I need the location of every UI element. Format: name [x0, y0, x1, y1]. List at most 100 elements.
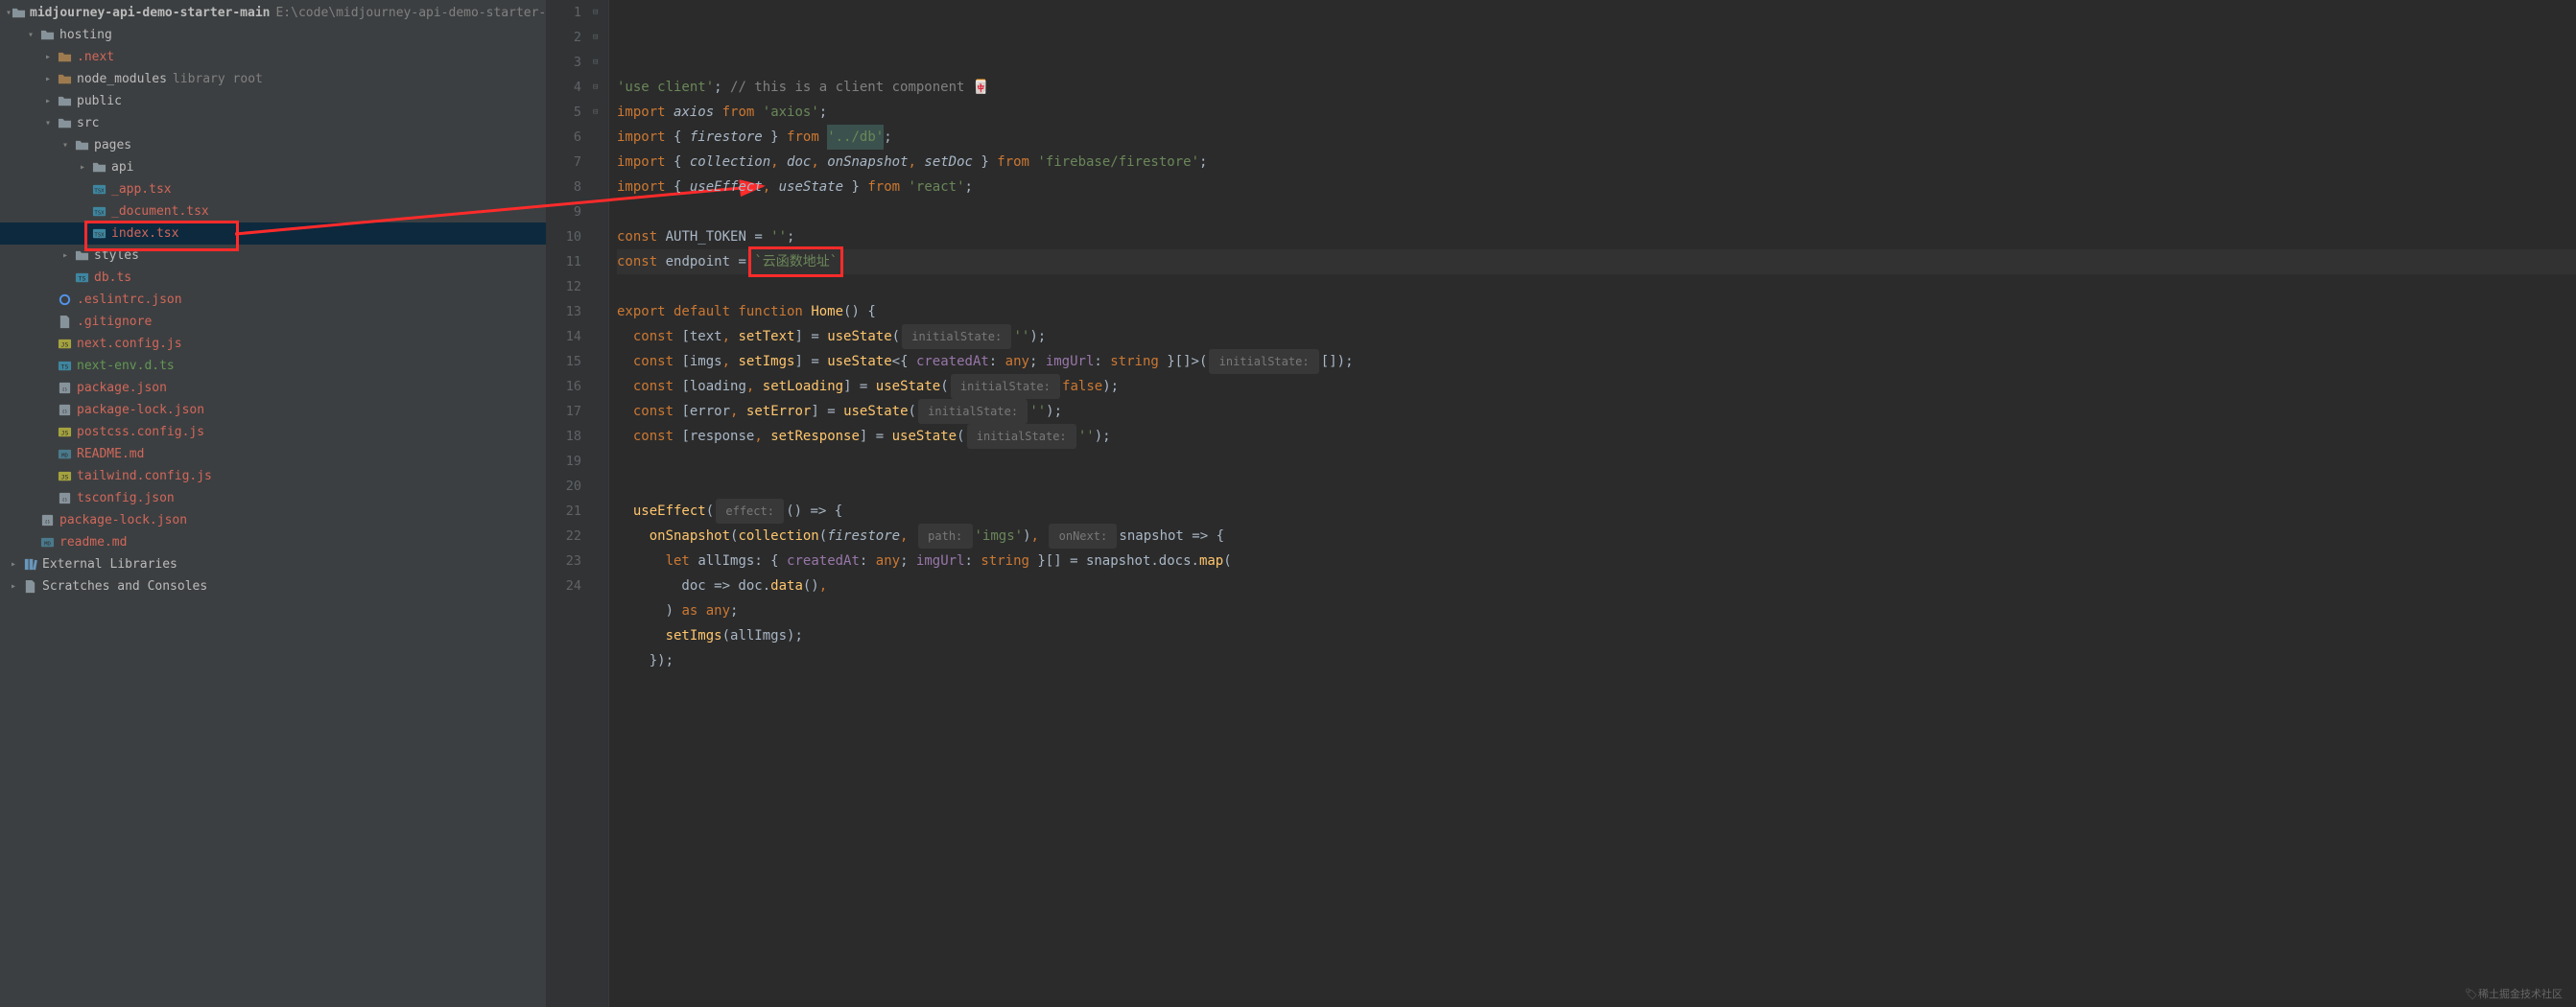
fold-gutter[interactable]: ⊟⊟⊟⊟⊟	[593, 0, 608, 1007]
tree-item-index-tsx[interactable]: TSXindex.tsx	[0, 222, 546, 245]
token: response	[690, 424, 754, 449]
code-line[interactable]: setImgs(allImgs);	[617, 623, 2576, 648]
code-area[interactable]: 'use client'; // this is a client compon…	[609, 0, 2576, 1007]
tree-item-public[interactable]: ▸ public	[0, 90, 546, 112]
fold-marker[interactable]: ⊟	[593, 25, 608, 50]
code-line[interactable]: let allImgs: { createdAt: any; imgUrl: s…	[617, 549, 2576, 574]
annotation-highlight-box	[748, 246, 843, 277]
code-line[interactable]: ) as any;	[617, 598, 2576, 623]
tree-item-external-libraries[interactable]: ▸External Libraries	[0, 553, 546, 575]
chevron-icon[interactable]: ▾	[23, 30, 38, 40]
tree-item--app-tsx[interactable]: TSX_app.tsx	[0, 178, 546, 200]
svg-text:{}: {}	[61, 386, 67, 392]
file-tree[interactable]: ▾midjourney-api-demo-starter-mainE:\code…	[0, 0, 546, 1007]
code-line[interactable]: const [text, setText] = useState( initia…	[617, 324, 2576, 349]
svg-text:MD: MD	[61, 453, 68, 458]
code-line[interactable]: export default function Home() {	[617, 299, 2576, 324]
code-line[interactable]: const endpoint = `云函数地址`;	[617, 249, 2576, 274]
token: doc	[787, 150, 811, 175]
code-line[interactable]: import axios from 'axios';	[617, 100, 2576, 125]
tree-item-tsconfig-json[interactable]: {}tsconfig.json	[0, 487, 546, 509]
code-line[interactable]	[617, 474, 2576, 499]
line-number: 5	[547, 100, 581, 125]
tree-item-node-modules[interactable]: ▸node_moduleslibrary root	[0, 68, 546, 90]
code-line[interactable]: const [error, setError] = useState( init…	[617, 399, 2576, 424]
tree-item-styles[interactable]: ▸styles	[0, 245, 546, 267]
token: ''	[1029, 399, 1046, 424]
token: ''	[1078, 424, 1095, 449]
code-line[interactable]: doc => doc.data(),	[617, 574, 2576, 598]
code-line[interactable]	[617, 199, 2576, 224]
tree-item-tailwind-config-js[interactable]: JStailwind.config.js	[0, 465, 546, 487]
token: import	[617, 100, 666, 125]
token	[617, 499, 633, 524]
chevron-icon[interactable]: ▾	[40, 118, 56, 129]
code-line[interactable]: const AUTH_TOKEN = '';	[617, 224, 2576, 249]
tree-item-label: public	[77, 94, 122, 108]
chevron-icon[interactable]: ▾	[58, 140, 73, 151]
code-line[interactable]: import { collection, doc, onSnapshot, se…	[617, 150, 2576, 175]
token	[617, 424, 633, 449]
line-number: 9	[547, 199, 581, 224]
code-line[interactable]: const [response, setResponse] = useState…	[617, 424, 2576, 449]
tree-item-package-lock-json[interactable]: {}package-lock.json	[0, 509, 546, 531]
fold-marker[interactable]: ⊟	[593, 100, 608, 125]
tree-item--document-tsx[interactable]: TSX_document.tsx	[0, 200, 546, 222]
token: // this is a client component 🀄	[730, 75, 989, 100]
token: const	[633, 349, 674, 374]
code-line[interactable]: const [imgs, setImgs] = useState<{ creat…	[617, 349, 2576, 374]
fold-marker[interactable]: ⊟	[593, 75, 608, 100]
tree-item--gitignore[interactable]: .gitignore	[0, 311, 546, 333]
token: effect:	[716, 499, 784, 524]
token: ,	[770, 150, 778, 175]
tree-item-postcss-config-js[interactable]: JSpostcss.config.js	[0, 421, 546, 443]
code-line[interactable]	[617, 449, 2576, 474]
file-icon	[21, 579, 38, 594]
tree-item-scratches-and-consoles[interactable]: ▸Scratches and Consoles	[0, 575, 546, 597]
tree-item-readme-md[interactable]: MDREADME.md	[0, 443, 546, 465]
svg-text:TSX: TSX	[94, 188, 105, 194]
tree-item--eslintrc-json[interactable]: .eslintrc.json	[0, 289, 546, 311]
tree-item-package-json[interactable]: {} package.json	[0, 377, 546, 399]
code-line[interactable]: import { firestore } from '../db';	[617, 125, 2576, 150]
token	[763, 424, 770, 449]
token: )	[617, 598, 681, 623]
tree-item-midjourney-api-demo-starter-main[interactable]: ▾midjourney-api-demo-starter-mainE:\code…	[0, 2, 546, 24]
token: ,	[763, 175, 770, 199]
code-line[interactable]: });	[617, 648, 2576, 673]
tree-item-next-config-js[interactable]: JSnext.config.js	[0, 333, 546, 355]
fold-marker[interactable]: ⊟	[593, 50, 608, 75]
token: createdAt	[787, 549, 860, 574]
code-line[interactable]: 'use client'; // this is a client compon…	[617, 75, 2576, 100]
tree-item-package-lock-json[interactable]: {}package-lock.json	[0, 399, 546, 421]
folder-icon	[56, 116, 73, 130]
code-line[interactable]: const [loading, setLoading] = useState( …	[617, 374, 2576, 399]
tree-item-api[interactable]: ▸api	[0, 156, 546, 178]
code-line[interactable]	[617, 274, 2576, 299]
code-line[interactable]: onSnapshot(collection(firestore, path: '…	[617, 524, 2576, 549]
chevron-icon[interactable]: ▸	[40, 96, 56, 106]
tree-item-label: package.json	[77, 381, 167, 395]
token: () => {	[786, 499, 842, 524]
tree-item-pages[interactable]: ▾pages	[0, 134, 546, 156]
tree-item-next-env-d-ts[interactable]: TSnext-env.d.ts	[0, 355, 546, 377]
chevron-icon[interactable]: ▸	[40, 52, 56, 62]
code-line[interactable]: useEffect( effect: () => {	[617, 499, 2576, 524]
token: [	[674, 324, 690, 349]
code-line[interactable]: import { useEffect, useState } from 'rea…	[617, 175, 2576, 199]
chevron-icon[interactable]: ▸	[6, 581, 21, 592]
chevron-icon[interactable]: ▸	[58, 250, 73, 261]
token: endpoint	[657, 249, 738, 274]
fold-marker[interactable]: ⊟	[593, 0, 608, 25]
chevron-icon[interactable]: ▸	[6, 559, 21, 570]
tree-item--next[interactable]: ▸.next	[0, 46, 546, 68]
tree-item-src[interactable]: ▾src	[0, 112, 546, 134]
token: path:	[918, 524, 973, 549]
tree-item-db-ts[interactable]: TSdb.ts	[0, 267, 546, 289]
chevron-icon[interactable]: ▸	[40, 74, 56, 84]
token: (	[706, 499, 714, 524]
token: setImgs	[666, 623, 722, 648]
chevron-icon[interactable]: ▸	[75, 162, 90, 173]
tree-item-readme-md[interactable]: MDreadme.md	[0, 531, 546, 553]
tree-item-hosting[interactable]: ▾hosting	[0, 24, 546, 46]
